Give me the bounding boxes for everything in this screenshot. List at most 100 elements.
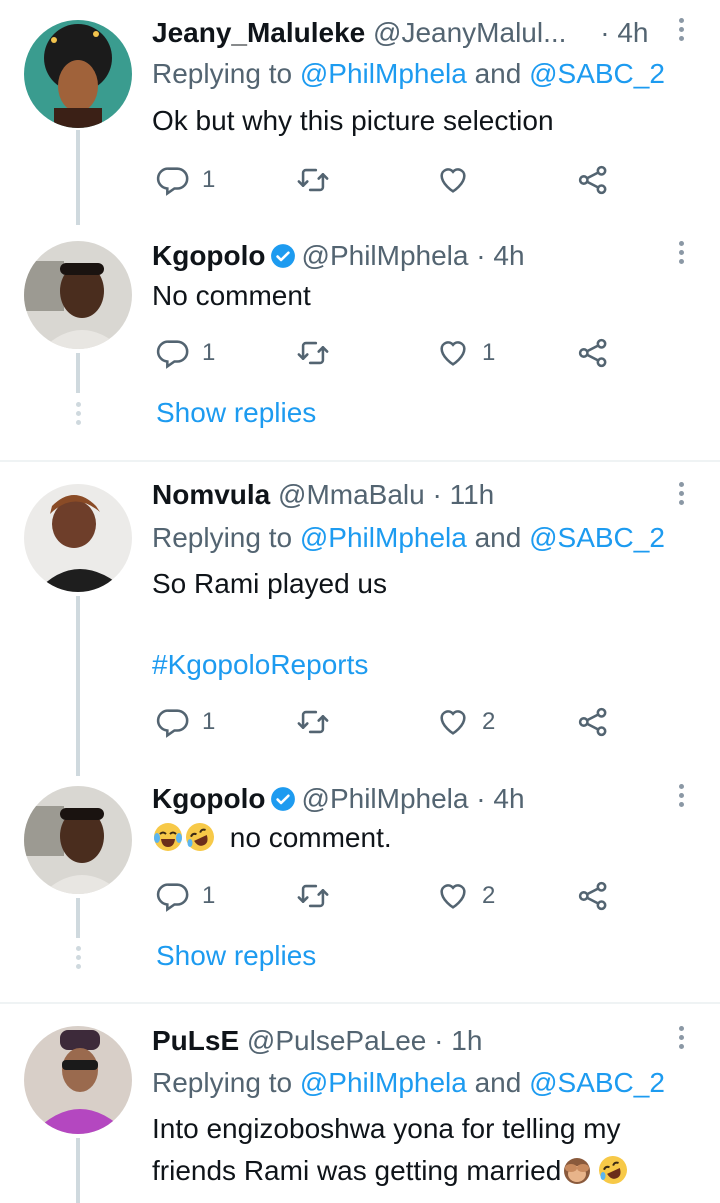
reply-button[interactable]: 1 [156,876,215,916]
replying-and: and [466,58,530,89]
retweet-icon [296,705,330,739]
tweet-text-line-2: friends Rami was getting married [152,1150,692,1192]
tweet-pulse[interactable]: PuLsE @PulsePaLee · 1h Replying to @Phil… [0,1004,720,1203]
timestamp[interactable]: 4h [617,17,648,48]
tweet-text: No comment [152,280,311,311]
avatar-image [24,484,132,592]
reply-icon [156,705,190,739]
mention-link[interactable]: @PhilMphela [300,522,467,553]
mention-link[interactable]: @PhilMphela [300,58,467,89]
retweet-button[interactable] [296,876,330,916]
tweet-header: PuLsE @PulsePaLee · 1h [152,1024,692,1058]
retweet-icon [296,336,330,370]
avatar[interactable] [24,241,132,349]
avatar-image [24,1026,132,1134]
timestamp[interactable]: 4h [493,783,524,814]
reply-count: 1 [202,708,216,735]
tweet-jeany[interactable]: Jeany_Maluleke @JeanyMalul... · 4h Reply… [0,0,720,225]
user-handle[interactable]: @PhilMphela [302,240,469,271]
verified-badge-icon [270,244,295,268]
like-button[interactable] [436,160,470,200]
mention-link[interactable]: @SABC_2 [529,1067,665,1098]
tweet-text-line-2-text: friends Rami was getting married [152,1155,562,1186]
tweet-text: Into engizoboshwa yona for telling my fr… [152,1108,692,1192]
like-button[interactable]: 2 [436,702,495,742]
heart-icon [436,879,470,913]
tweet-header: Kgopolo @PhilMphela · 4h [152,782,692,816]
avatar-image [24,20,132,128]
user-handle[interactable]: @PhilMphela [302,783,469,814]
tweet-actions: 1 2 [152,876,632,916]
display-name[interactable]: Nomvula [152,479,270,510]
retweet-button[interactable] [296,702,330,742]
verified-badge-icon [270,787,295,811]
replying-prefix: Replying to [152,58,300,89]
show-replies-link[interactable]: Show replies [156,397,316,429]
replying-to: Replying to @PhilMphela and @SABC_2 [152,57,665,91]
more-icon[interactable] [676,241,686,271]
tweet-header: Nomvula @MmaBalu · 11h [152,478,692,512]
user-handle[interactable]: @JeanyMalul... [373,17,566,48]
share-button[interactable] [576,876,610,916]
display-name[interactable]: Kgopolo [152,240,266,271]
like-count: 2 [482,882,496,909]
tweet-text-line-1: Into engizoboshwa yona for telling my [152,1113,621,1144]
reply-button[interactable]: 1 [156,333,215,373]
rofl-emoji-icon [186,823,214,851]
hashtag-link[interactable]: #KgopoloReports [152,644,692,686]
like-count: 2 [482,708,496,735]
replying-and: and [466,1067,530,1098]
separator-dot: · [432,479,442,510]
mention-link[interactable]: @PhilMphela [300,1067,467,1098]
avatar[interactable] [24,484,132,592]
share-button[interactable] [576,160,610,200]
reply-button[interactable]: 1 [156,160,215,200]
avatar[interactable] [24,1026,132,1134]
tweet-nomvula[interactable]: Nomvula @MmaBalu · 11h Replying to @Phil… [0,462,720,776]
show-replies-link[interactable]: Show replies [156,940,316,972]
thread-continuation-dots [74,402,82,429]
like-button[interactable]: 1 [436,333,495,373]
see-no-evil-monkey-emoji-icon [564,1158,591,1184]
timestamp[interactable]: 11h [450,479,495,510]
separator-dot: · [476,240,486,271]
more-icon[interactable] [676,482,686,512]
separator-dot: · [434,1025,444,1056]
reply-button[interactable]: 1 [156,702,215,742]
share-icon [576,163,610,197]
mention-link[interactable]: @SABC_2 [529,522,665,553]
more-icon[interactable] [676,1026,686,1056]
share-icon [576,336,610,370]
thread-continuation-dots [74,946,82,973]
display-name[interactable]: Kgopolo [152,783,266,814]
share-icon [576,705,610,739]
tweet-header: Jeany_Maluleke @JeanyMalul... · 4h [152,16,692,50]
reply-count: 1 [202,339,216,366]
user-handle[interactable]: @PulsePaLee [247,1025,426,1056]
thread-line [76,1138,80,1203]
retweet-button[interactable] [296,160,330,200]
user-handle[interactable]: @MmaBalu [278,479,425,510]
timestamp[interactable]: 1h [451,1025,482,1056]
avatar-image [24,241,132,349]
retweet-button[interactable] [296,333,330,373]
avatar[interactable] [24,786,132,894]
display-name[interactable]: PuLsE [152,1025,239,1056]
avatar[interactable] [24,20,132,128]
reply-icon [156,336,190,370]
thread-line [76,130,80,225]
separator-dot: · [476,783,486,814]
timestamp[interactable]: 4h [493,240,524,271]
more-icon[interactable] [676,784,686,814]
like-button[interactable]: 2 [436,876,495,916]
share-button[interactable] [576,702,610,742]
retweet-icon [296,879,330,913]
tweet-header: Kgopolo @PhilMphela · 4h [152,239,692,273]
display-name[interactable]: Jeany_Maluleke [152,17,365,48]
mention-link[interactable]: @SABC_2 [529,58,665,89]
tweet-kgopolo-2[interactable]: Kgopolo @PhilMphela · 4h no comment. 1 2 … [0,772,720,1002]
tweet-text: So Rami played us [152,568,388,599]
tweet-kgopolo-1[interactable]: Kgopolo @PhilMphela · 4h No comment 1 1 S… [0,225,720,460]
more-icon[interactable] [676,18,686,48]
share-button[interactable] [576,333,610,373]
